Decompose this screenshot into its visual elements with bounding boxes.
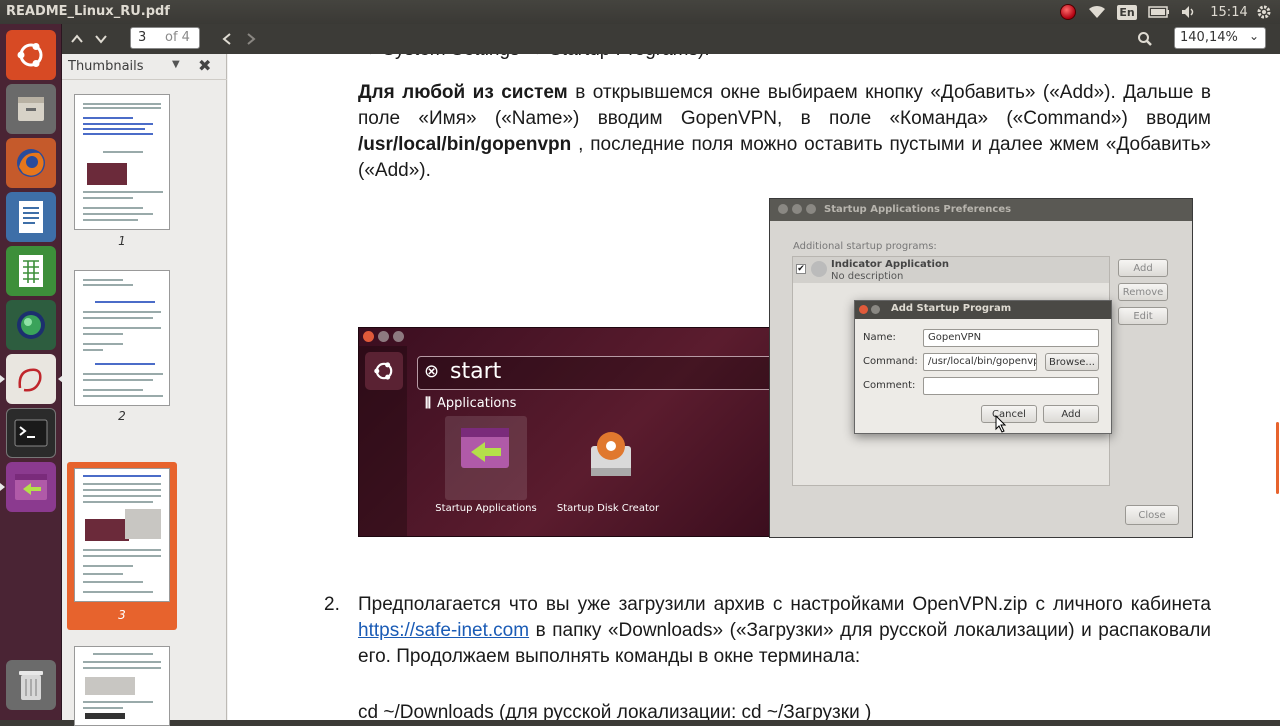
document-line: → System Settings → Startup Programs). (358, 54, 1211, 63)
command-field: /usr/local/bin/gopenvpn (923, 353, 1037, 371)
thumbnail-page-4[interactable] (74, 646, 170, 726)
page-count-label: of 4 (165, 30, 190, 45)
paragraph-text: Предполагается что вы уже загрузили архи… (358, 594, 1211, 615)
document-paragraph-2: Предполагается что вы уже загрузили архи… (358, 592, 1211, 670)
close-icon[interactable]: ✖ (198, 56, 211, 75)
dialog-titlebar: Add Startup Program (855, 301, 1111, 319)
libreoffice-writer-icon[interactable] (6, 192, 56, 242)
thumbnail-page-3[interactable] (74, 468, 170, 602)
record-indicator-icon[interactable] (1058, 2, 1078, 22)
battery-icon[interactable] (1146, 2, 1172, 22)
bold-text: Для любой из систем (358, 82, 568, 103)
caret-down-icon[interactable]: ▼ (172, 59, 180, 70)
dash-screenshot: ⊗ start ⫼ Applications Startup Applicatio… (358, 327, 770, 537)
history-forward-button[interactable] (240, 28, 262, 50)
sidebar-title[interactable]: Thumbnails (68, 59, 144, 74)
minimize-icon (378, 331, 389, 342)
next-page-button[interactable] (90, 28, 112, 50)
clock[interactable]: 15:14 (1208, 2, 1250, 22)
zoom-value: 140,14% (1180, 30, 1238, 45)
top-panel: README_Linux_RU.pdf En 15:14 (0, 0, 1280, 24)
software-center-icon[interactable] (6, 300, 56, 350)
viewer-toolbar: 3 of 4 140,14% ⌄ (62, 24, 1280, 54)
window-title: README_Linux_RU.pdf (6, 4, 170, 19)
list-item: ✔ Indicator Application No description (793, 257, 1109, 283)
history-back-button[interactable] (216, 28, 238, 50)
close-icon (859, 305, 868, 314)
keyboard-layout-indicator[interactable]: En (1116, 2, 1138, 22)
files-icon[interactable] (6, 84, 56, 134)
app-label: Startup Disk Creator (556, 503, 660, 514)
startup-preferences-screenshot: Startup Applications Preferences Additio… (769, 198, 1193, 538)
thumbnail-page-1[interactable] (74, 94, 170, 230)
sidebar-header: Thumbnails ▼ ✖ (62, 54, 227, 80)
search-icon[interactable] (1134, 28, 1156, 50)
trash-icon[interactable] (6, 660, 56, 710)
name-field: GopenVPN (923, 329, 1099, 347)
applications-icon: ⫼ (425, 396, 431, 411)
wifi-icon[interactable] (1086, 2, 1108, 22)
checkbox: ✔ (796, 264, 806, 274)
terminal-icon[interactable] (6, 408, 56, 458)
list-number: 2. (324, 594, 340, 615)
thumbnail-page-number: 3 (118, 608, 126, 622)
thumbnail-page-2[interactable] (74, 270, 170, 406)
comment-field (923, 377, 1099, 395)
system-menu-icon[interactable] (1254, 2, 1274, 22)
current-page-value: 3 (138, 30, 147, 45)
name-label: Name: (863, 332, 896, 343)
terminal-command-line: cd ~/Downloads (для русской локализации:… (358, 702, 872, 720)
close-icon (363, 331, 374, 342)
dash-section-header: ⫼ Applications (425, 396, 517, 411)
maximize-icon (393, 331, 404, 342)
command-path-text: /usr/local/bin/gopenvpn (358, 134, 572, 155)
comment-label: Comment: (863, 380, 916, 391)
zoom-select[interactable]: 140,14% ⌄ (1174, 27, 1266, 49)
previous-page-button[interactable] (66, 28, 88, 50)
list-item-name: Indicator Application (831, 259, 949, 270)
add-button: Add (1118, 259, 1168, 277)
clear-icon: ⊗ (424, 361, 440, 381)
edit-button: Edit (1118, 307, 1168, 325)
document-viewer-window: 3 of 4 140,14% ⌄ Thumbnails ▼ ✖ 1 2 3 Дл… (62, 24, 1280, 726)
startup-applications-icon[interactable] (0, 462, 56, 512)
thumbnails-sidebar: Thumbnails ▼ ✖ 1 2 3 (62, 54, 227, 726)
dash-search-text: start (450, 359, 502, 384)
add-startup-program-dialog: Add Startup Program Name: GopenVPN Comma… (854, 300, 1112, 434)
add-button: Add (1043, 405, 1099, 423)
dialog-title: Add Startup Program (891, 303, 1012, 314)
dash-home-icon[interactable] (6, 30, 56, 80)
dash-search-field: ⊗ start (417, 356, 769, 390)
startup-applications-icon (459, 424, 511, 477)
document-paragraph-1: Для любой из систем в открывшемся окне в… (358, 80, 1211, 184)
volume-icon[interactable] (1178, 2, 1200, 22)
browse-button: Browse... (1045, 353, 1099, 371)
mouse-cursor-icon (995, 414, 1007, 437)
launcher (0, 24, 63, 720)
remove-button: Remove (1118, 283, 1168, 301)
scrollbar-indicator[interactable] (1276, 422, 1279, 494)
page-number-input[interactable]: 3 of 4 (130, 27, 200, 49)
prefs-titlebar: Startup Applications Preferences (770, 199, 1192, 221)
thumbnail-page-number: 2 (118, 409, 126, 423)
document-viewer-icon[interactable] (0, 354, 63, 404)
minimize-icon (871, 305, 880, 314)
app-icon (811, 261, 827, 277)
prefs-title: Startup Applications Preferences (824, 204, 1012, 215)
close-button: Close (1125, 505, 1179, 525)
firefox-icon[interactable] (6, 138, 56, 188)
command-label: Command: (863, 356, 918, 367)
thumbnail-page-number: 1 (118, 234, 126, 248)
list-item-desc: No description (831, 271, 904, 282)
prefs-list-label: Additional startup programs: (793, 241, 937, 252)
safe-inet-link[interactable]: https://safe-inet.com (358, 620, 529, 641)
chevron-down-icon: ⌄ (1248, 29, 1259, 43)
libreoffice-calc-icon[interactable] (6, 246, 56, 296)
ubuntu-logo-icon (365, 352, 403, 390)
app-label: Startup Applications (435, 503, 537, 514)
cancel-button: Cancel (981, 405, 1037, 423)
document-page[interactable]: → System Settings → Startup Programs). Д… (228, 54, 1280, 720)
startup-disk-creator-icon (585, 428, 637, 485)
